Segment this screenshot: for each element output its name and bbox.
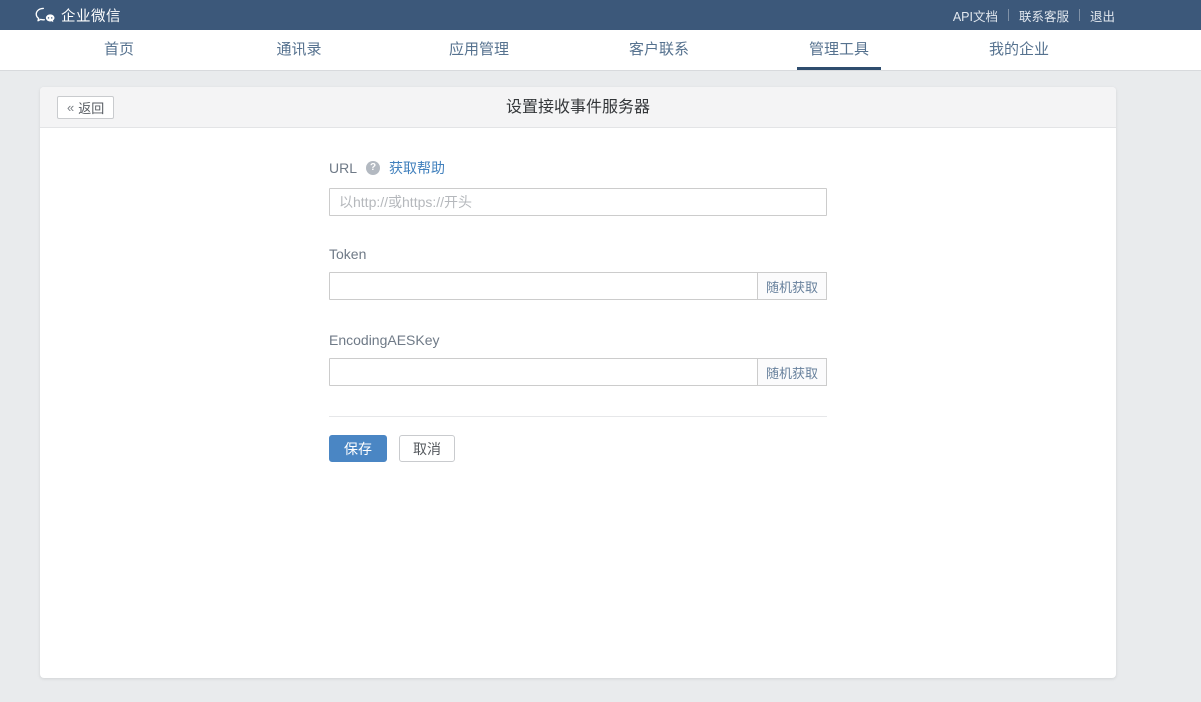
token-input[interactable] [329,272,758,300]
tab-management-tools[interactable]: 管理工具 [749,30,929,70]
aeskey-field-label: EncodingAESKey [329,332,827,348]
help-icon[interactable]: ? [366,161,380,175]
wechat-work-logo-icon [35,7,55,24]
card-header: « 返回 设置接收事件服务器 [40,87,1116,128]
cancel-button[interactable]: 取消 [399,435,455,462]
tab-my-enterprise[interactable]: 我的企业 [929,30,1109,70]
get-help-link[interactable]: 获取帮助 [389,158,445,178]
divider [329,416,827,417]
url-label-row: URL ? 获取帮助 [329,158,827,178]
topbar-links: API文档 联系客服 退出 [953,6,1115,25]
page-background: « 返回 设置接收事件服务器 URL ? 获取帮助 Token [0,71,1201,678]
page-title: 设置接收事件服务器 [40,87,1116,128]
aeskey-field-group: EncodingAESKey 随机获取 [329,332,827,386]
tab-contacts[interactable]: 通讯录 [209,30,389,70]
card-body: URL ? 获取帮助 Token 随机获取 EncodingA [40,158,1116,462]
aeskey-input[interactable] [329,358,758,386]
tab-app-management[interactable]: 应用管理 [389,30,569,70]
brand-name: 企业微信 [61,5,121,26]
form-actions: 保存 取消 [329,435,827,462]
contact-support-link[interactable]: 联系客服 [1019,6,1069,25]
main-nav-inner: 首页 通讯录 应用管理 客户联系 管理工具 我的企业 [29,30,1109,70]
separator [1079,9,1080,21]
back-chevron-icon: « [67,100,74,115]
tab-home[interactable]: 首页 [29,30,209,70]
token-field-group: Token 随机获取 [329,246,827,300]
token-random-button[interactable]: 随机获取 [757,272,827,300]
save-button[interactable]: 保存 [329,435,387,462]
brand[interactable]: 企业微信 [35,5,121,26]
server-settings-form: URL ? 获取帮助 Token 随机获取 EncodingA [329,158,827,462]
back-button[interactable]: « 返回 [57,96,114,119]
settings-card: « 返回 设置接收事件服务器 URL ? 获取帮助 Token [40,87,1116,678]
url-field-group: URL ? 获取帮助 [329,158,827,216]
token-input-group: 随机获取 [329,272,827,300]
top-bar: 企业微信 API文档 联系客服 退出 [0,0,1201,30]
url-input[interactable] [329,188,827,216]
main-nav: 首页 通讯录 应用管理 客户联系 管理工具 我的企业 [0,30,1201,71]
tab-customer-contact[interactable]: 客户联系 [569,30,749,70]
token-field-label: Token [329,246,827,262]
back-button-label: 返回 [78,98,104,117]
separator [1008,9,1009,21]
url-field-label: URL [329,160,357,176]
logout-link[interactable]: 退出 [1090,6,1115,25]
aeskey-random-button[interactable]: 随机获取 [757,358,827,386]
aeskey-input-group: 随机获取 [329,358,827,386]
api-docs-link[interactable]: API文档 [953,6,998,25]
